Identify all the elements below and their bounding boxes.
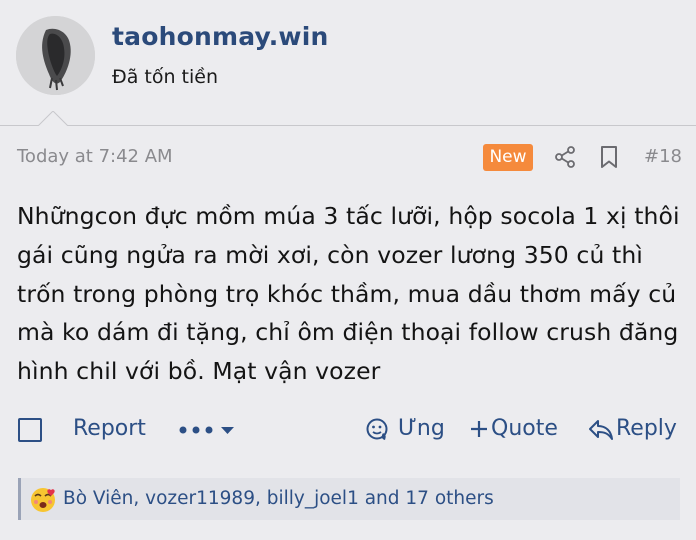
post-timestamp[interactable]: Today at 7:42 AM xyxy=(17,146,173,167)
reply-icon[interactable] xyxy=(588,419,614,441)
ung-reaction-button[interactable]: Ưng xyxy=(398,416,445,441)
report-button[interactable]: Report xyxy=(73,416,146,441)
post-number-link[interactable]: #18 xyxy=(644,146,682,167)
avatar-image xyxy=(16,16,95,95)
reply-button[interactable]: Reply xyxy=(616,416,677,441)
select-checkbox[interactable] xyxy=(18,418,42,442)
message-pointer-arrow xyxy=(38,111,68,126)
post-body: Nhữngcon đực mồm múa 3 tấc lưỡi, hộp soc… xyxy=(17,202,680,386)
chevron-down-icon xyxy=(221,427,234,434)
new-badge: New xyxy=(483,144,533,171)
reactions-bar[interactable]: Bò Viên, vozer11989, billy_joel1 and 17 … xyxy=(18,478,680,520)
reaction-users-link[interactable]: Bò Viên, vozer11989, billy_joel1 and 17 … xyxy=(63,488,494,509)
user-header: taohonmay.win Đã tốn tiền xyxy=(0,0,696,125)
bookmark-icon[interactable] xyxy=(598,145,620,169)
post-meta: Today at 7:42 AM New #18 xyxy=(0,126,696,186)
user-title: Đã tốn tiền xyxy=(112,66,219,88)
quote-button[interactable]: Quote xyxy=(491,416,558,441)
post: Today at 7:42 AM New #18 Nhữngcon đực mồ… xyxy=(0,126,696,540)
ung-icon[interactable] xyxy=(366,418,390,442)
share-icon[interactable] xyxy=(553,145,577,169)
username-link[interactable]: taohonmay.win xyxy=(112,22,328,51)
post-actions: Report Ưng Quote Reply xyxy=(0,406,696,452)
plus-icon[interactable] xyxy=(470,420,488,438)
reaction-emoji-icon xyxy=(31,488,55,512)
more-menu-button[interactable] xyxy=(178,418,240,442)
avatar[interactable] xyxy=(16,16,95,95)
more-icon xyxy=(179,426,213,434)
